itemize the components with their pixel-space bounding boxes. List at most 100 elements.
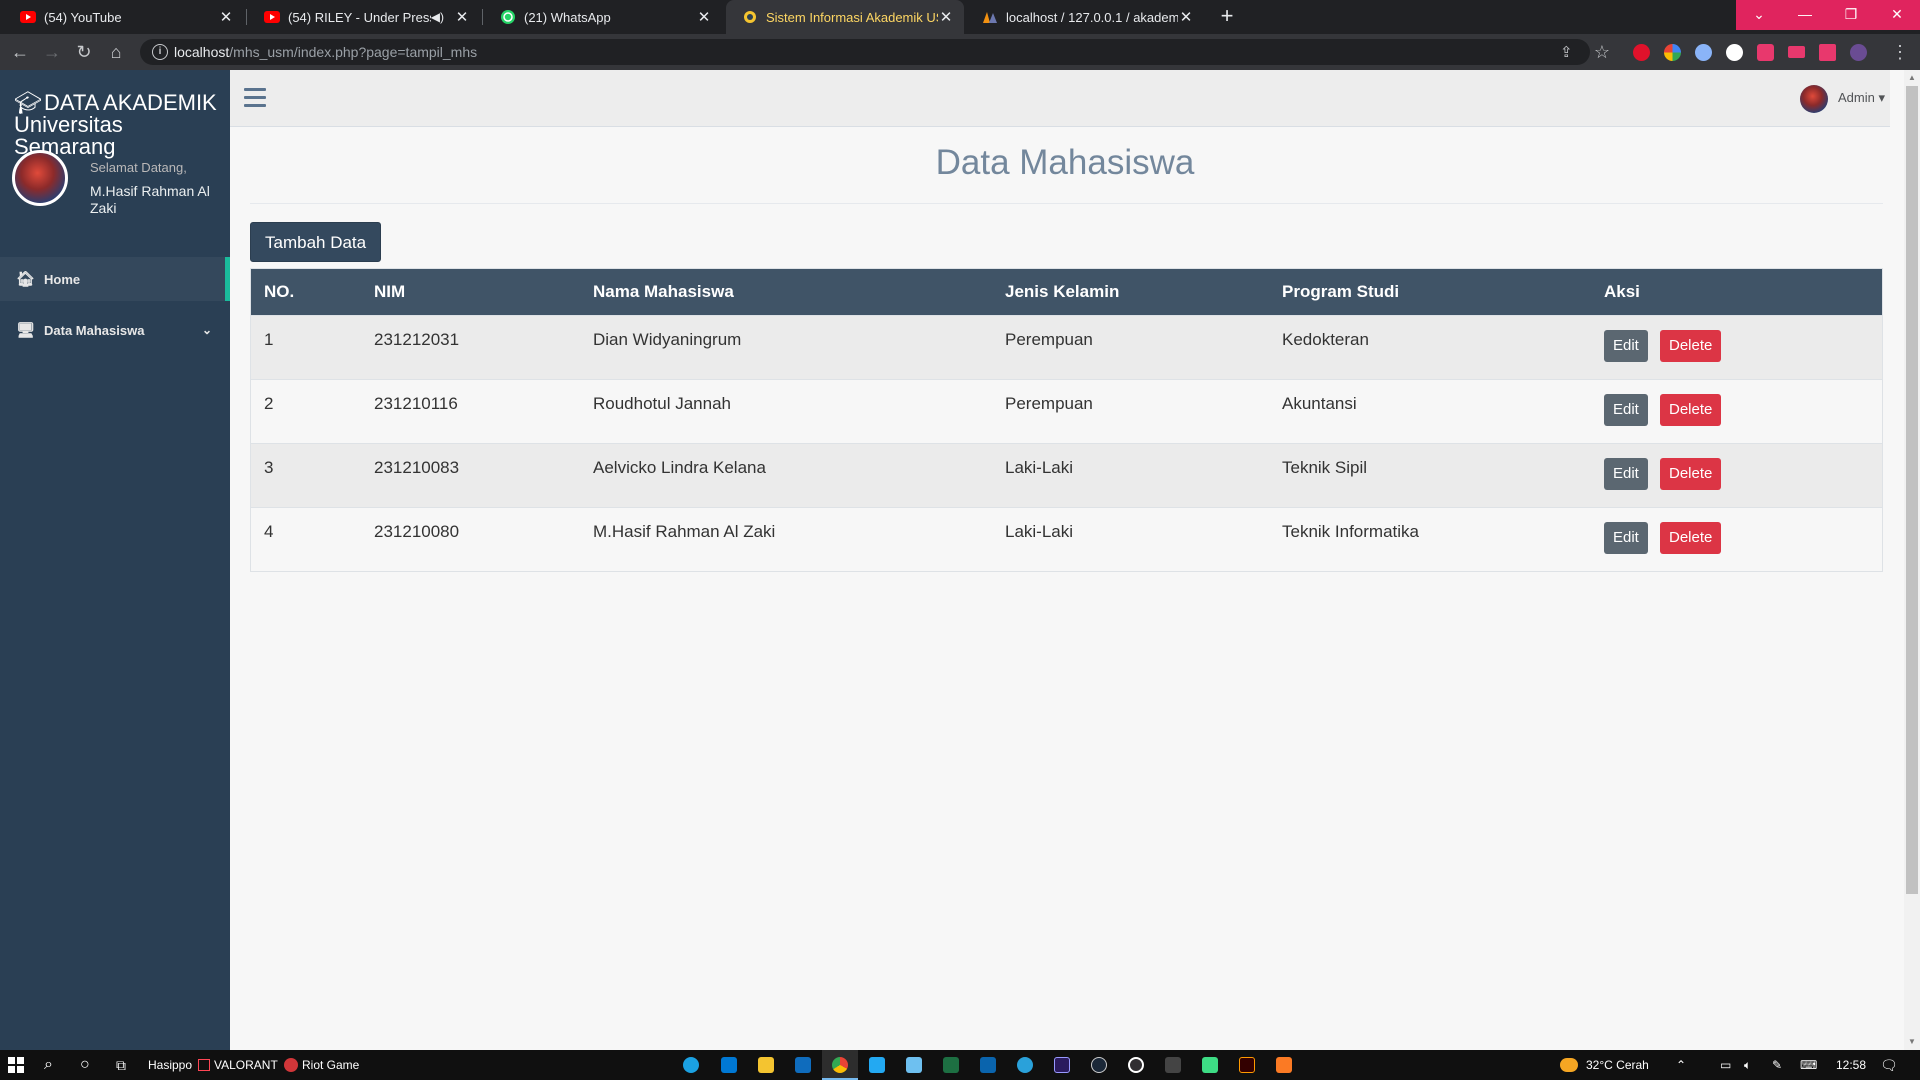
search-icon[interactable]: ⌕	[44, 1050, 53, 1080]
close-icon[interactable]: ✕	[454, 8, 470, 26]
close-icon[interactable]: ✕	[938, 8, 954, 26]
address-bar[interactable]: i localhost/mhs_usm/index.php?page=tampi…	[140, 39, 1590, 65]
close-icon[interactable]: ✕	[696, 8, 712, 26]
edit-button[interactable]: Edit	[1604, 330, 1648, 362]
tab-whatsapp[interactable]: (21) WhatsApp ✕	[484, 0, 722, 34]
share-icon[interactable]: ⇪	[1560, 43, 1573, 61]
delete-button[interactable]: Delete	[1660, 522, 1722, 554]
xampp-icon[interactable]	[1276, 1057, 1292, 1073]
store-icon[interactable]	[721, 1057, 737, 1073]
network-icon[interactable]: ▭	[1720, 1050, 1731, 1080]
tab-sistem-informasi[interactable]: Sistem Informasi Akademik USM ✕	[726, 0, 964, 34]
user-dropdown[interactable]: Admin ▾	[1838, 90, 1885, 106]
azure-icon[interactable]	[906, 1057, 922, 1073]
vscode-icon[interactable]	[869, 1057, 885, 1073]
obs-icon[interactable]	[1128, 1057, 1144, 1073]
close-icon[interactable]: ✕	[1178, 8, 1194, 26]
new-tab-button[interactable]: +	[1214, 4, 1240, 30]
reload-icon[interactable]: ↻	[72, 40, 96, 64]
extension-opera-icon[interactable]	[1633, 44, 1650, 61]
chrome-icon[interactable]	[832, 1057, 848, 1073]
cortana-icon[interactable]: ○	[80, 1050, 90, 1080]
outlook-icon[interactable]	[980, 1057, 996, 1073]
chevron-up-icon[interactable]: ⌃	[1676, 1050, 1686, 1080]
edit-button[interactable]: Edit	[1604, 522, 1648, 554]
taskbar-app-riot[interactable]: Riot Game	[284, 1050, 359, 1080]
tab-phpmyadmin[interactable]: localhost / 127.0.0.1 / akademik / ✕	[966, 0, 1204, 34]
close-window-button[interactable]: ✕	[1874, 0, 1920, 30]
taskbar-app-valorant[interactable]: VALORANT	[198, 1050, 278, 1080]
notification-icon[interactable]: 🗨︎	[1880, 1050, 1898, 1080]
extension-google-icon[interactable]	[1664, 44, 1681, 61]
scrollbar-thumb[interactable]	[1906, 86, 1918, 894]
tab-riley[interactable]: (54) RILEY - Under Pressure ( ◀︎) ✕	[248, 0, 480, 34]
weather-widget[interactable]: 32°C Cerah	[1560, 1050, 1649, 1080]
url-text[interactable]: localhost/mhs_usm/index.php?page=tampil_…	[174, 44, 477, 60]
extensions-puzzle-icon[interactable]	[1757, 44, 1774, 61]
telegram-icon[interactable]	[1017, 1057, 1033, 1073]
restore-button[interactable]: ❐	[1828, 0, 1874, 30]
site-info-icon[interactable]: i	[152, 44, 168, 60]
edit-button[interactable]: Edit	[1604, 394, 1648, 426]
sidebar-item-label: Data Mahasiswa	[44, 322, 145, 338]
minimize-button[interactable]: —	[1782, 0, 1828, 30]
speaker-icon[interactable]: ◀︎)	[431, 10, 444, 24]
main-content: Data Mahasiswa Tambah Data NO. NIM Nama …	[230, 127, 1890, 1050]
chevron-down-icon: ⌄	[201, 323, 212, 337]
extension-plus-icon[interactable]	[1726, 44, 1743, 61]
youtube-icon	[264, 9, 280, 25]
tab-youtube[interactable]: (54) YouTube ✕	[4, 0, 244, 34]
back-icon[interactable]: ←	[8, 40, 32, 64]
forward-icon[interactable]: →	[40, 40, 64, 64]
tab-search-button[interactable]: ⌄	[1736, 0, 1782, 30]
delete-button[interactable]: Delete	[1660, 330, 1722, 362]
avatar[interactable]	[1800, 85, 1828, 113]
home-icon[interactable]: ⌂	[104, 40, 128, 64]
cell-jenis-kelamin: Perempuan	[1005, 394, 1093, 413]
android-studio-icon[interactable]	[1202, 1057, 1218, 1073]
task-view-icon[interactable]: ⧉	[116, 1050, 126, 1080]
side-panel-icon[interactable]	[1819, 44, 1836, 61]
keyboard-icon[interactable]: ⌨	[1800, 1050, 1817, 1080]
edit-button[interactable]: Edit	[1604, 458, 1648, 490]
weather-cloud-sun-icon	[1560, 1058, 1578, 1072]
cell-jenis-kelamin: Laki-Laki	[1005, 458, 1074, 477]
windows-start-icon[interactable]	[8, 1050, 24, 1080]
close-icon[interactable]: ✕	[218, 8, 234, 26]
delete-button[interactable]: Delete	[1660, 458, 1722, 490]
scroll-down-arrow[interactable]: ▼	[1904, 1034, 1920, 1050]
reading-list-icon[interactable]	[1788, 46, 1805, 58]
pen-icon[interactable]: ✎	[1772, 1050, 1782, 1080]
profile-avatar-icon[interactable]	[1850, 44, 1867, 61]
more-menu-icon[interactable]: ⋮	[1888, 40, 1912, 64]
sidebar-item-data-mahasiswa[interactable]: 🖥︎ Data Mahasiswa ⌄	[0, 308, 230, 352]
volume-icon[interactable]: 🔈︎	[1744, 1050, 1751, 1080]
edge-icon[interactable]	[683, 1057, 699, 1073]
cell-nama: Roudhotul Jannah	[593, 394, 732, 413]
sidebar-item-home[interactable]: 🏠︎ Home	[0, 257, 230, 301]
mail-icon[interactable]	[795, 1057, 811, 1073]
hamburger-menu-icon[interactable]	[244, 88, 266, 112]
taskbar-app-hasippo[interactable]: Hasippo	[148, 1050, 192, 1080]
after-effects-icon[interactable]	[1054, 1057, 1070, 1073]
home-icon: 🏠︎	[16, 271, 36, 288]
illustrator-icon[interactable]	[1239, 1057, 1255, 1073]
bookmark-star-icon[interactable]: ☆	[1590, 40, 1614, 64]
column-header-aksi: Aksi	[1604, 282, 1640, 301]
column-header-no: NO.	[264, 282, 295, 301]
clock[interactable]: 12:58	[1836, 1050, 1866, 1080]
valorant-icon	[198, 1059, 210, 1071]
app-icon[interactable]	[1165, 1057, 1181, 1073]
tab-title: (54) YouTube	[44, 9, 122, 25]
cell-no: 3	[264, 458, 274, 477]
excel-icon[interactable]	[943, 1057, 959, 1073]
divider	[250, 203, 1883, 204]
add-data-button[interactable]: Tambah Data	[250, 222, 382, 262]
cell-program-studi: Kedokteran	[1282, 330, 1369, 349]
extension-lens-icon[interactable]	[1695, 44, 1712, 61]
scroll-up-arrow[interactable]: ▲	[1904, 70, 1920, 86]
steam-icon[interactable]	[1091, 1057, 1107, 1073]
file-explorer-icon[interactable]	[758, 1057, 774, 1073]
delete-button[interactable]: Delete	[1660, 394, 1722, 426]
brand[interactable]: 🎓︎DATA AKADEMIK Universitas Semarang	[14, 92, 230, 158]
